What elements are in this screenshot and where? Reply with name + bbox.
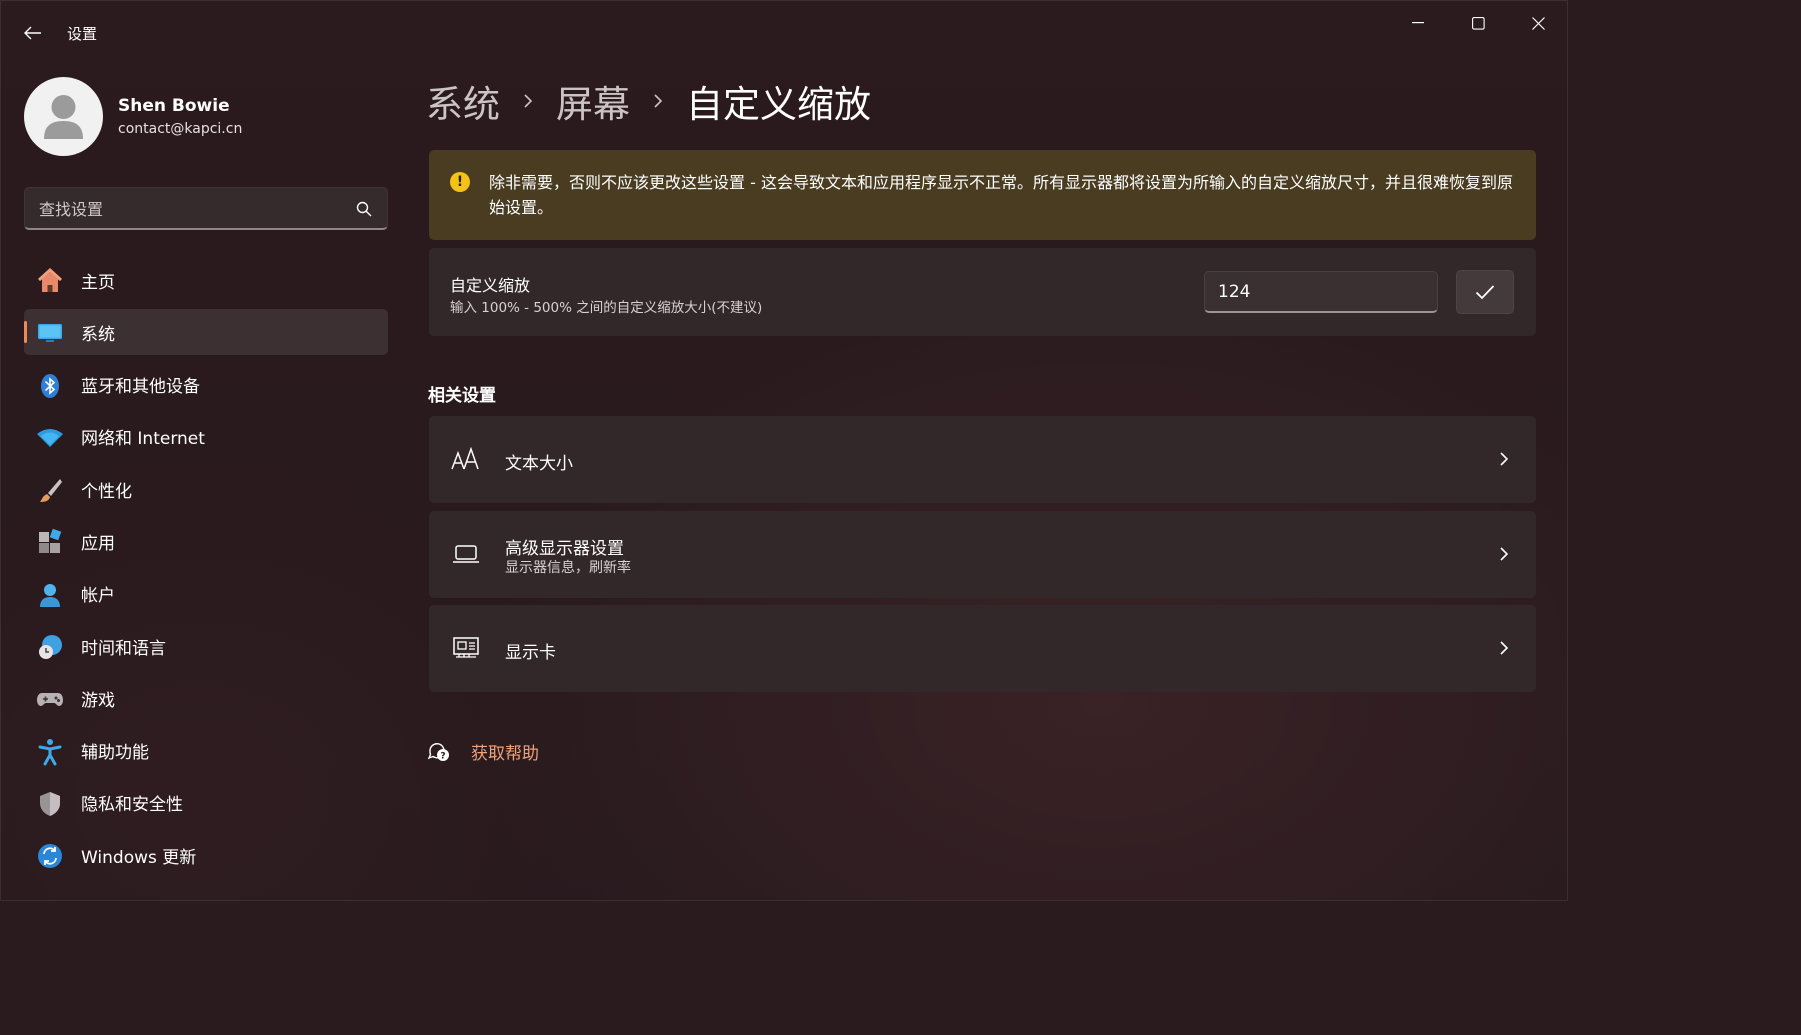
user-name: Shen Bowie <box>118 96 230 116</box>
sidebar-item-label: 系统 <box>81 324 115 345</box>
app-title: 设置 <box>67 25 98 43</box>
gamepad-icon <box>36 685 64 713</box>
sidebar-item-privacy[interactable]: 隐私和安全性 <box>24 780 388 826</box>
chevron-right-icon <box>630 93 686 109</box>
page-title: 自定义缩放 <box>686 83 871 126</box>
minimize-button[interactable] <box>1395 9 1441 37</box>
sidebar-item-home[interactable]: 主页 <box>24 257 388 303</box>
sidebar-item-label: 应用 <box>81 533 115 554</box>
related-settings-heading: 相关设置 <box>428 386 496 406</box>
sidebar-item-apps[interactable]: 应用 <box>24 518 388 564</box>
sidebar-nav: 主页 系统 蓝牙和其他设备 网络和 Internet 个性化 应用 帐户 时间和… <box>24 257 388 885</box>
chevron-right-icon <box>1496 450 1512 468</box>
sidebar-item-gaming[interactable]: 游戏 <box>24 675 388 721</box>
search-input[interactable] <box>39 198 339 220</box>
search-icon[interactable] <box>355 200 373 218</box>
brush-icon <box>36 476 64 504</box>
get-help-link[interactable]: 获取帮助 <box>471 739 539 764</box>
sidebar-item-label: 主页 <box>81 272 115 293</box>
wifi-icon <box>36 424 64 452</box>
sidebar-item-label: 时间和语言 <box>81 638 166 659</box>
monitor-icon <box>36 319 64 347</box>
title-bar: 设置 <box>1 1 1567 61</box>
laptop-icon <box>451 539 481 569</box>
minimize-icon <box>1412 22 1424 24</box>
sidebar-item-personalization[interactable]: 个性化 <box>24 466 388 512</box>
sidebar-item-label: 游戏 <box>81 690 115 711</box>
chevron-right-icon <box>500 93 556 109</box>
text-size-title: 文本大小 <box>505 454 573 474</box>
graphics-card-icon <box>451 633 481 663</box>
maximize-icon <box>1471 16 1485 30</box>
maximize-button[interactable] <box>1455 9 1501 37</box>
custom-scale-card: 自定义缩放 输入 100% - 500% 之间的自定义缩放大小(不建议) <box>429 248 1536 336</box>
shield-icon <box>36 790 64 818</box>
sidebar-item-label: 隐私和安全性 <box>81 795 183 816</box>
user-silhouette-icon <box>44 95 83 139</box>
back-button[interactable] <box>17 19 49 47</box>
back-arrow-icon <box>24 26 41 40</box>
bluetooth-icon <box>36 372 64 400</box>
help-chat-icon: ? <box>426 738 452 764</box>
custom-scale-input[interactable] <box>1204 271 1438 313</box>
text-size-link[interactable]: 文本大小 <box>429 416 1536 503</box>
sidebar-item-label: 帐户 <box>81 586 115 607</box>
graphics-card-title: 显示卡 <box>505 643 556 663</box>
warning-text: 除非需要，否则不应该更改这些设置 - 这会导致文本和应用程序显示不正常。所有显示… <box>489 173 1513 217</box>
sidebar-item-label: 辅助功能 <box>81 743 149 764</box>
apply-button[interactable] <box>1456 270 1514 314</box>
account-icon <box>36 581 64 609</box>
globe-clock-icon <box>36 633 64 661</box>
sidebar-item-system[interactable]: 系统 <box>24 309 388 356</box>
breadcrumb-item-display[interactable]: 屏幕 <box>556 74 630 128</box>
search-box[interactable] <box>24 187 388 230</box>
breadcrumb-item-system[interactable]: 系统 <box>426 74 500 128</box>
sidebar-item-accounts[interactable]: 帐户 <box>24 571 388 617</box>
custom-scale-subtitle: 输入 100% - 500% 之间的自定义缩放大小(不建议) <box>450 300 763 316</box>
close-button[interactable] <box>1515 9 1561 37</box>
svg-text:?: ? <box>440 752 445 762</box>
get-help[interactable]: ? 获取帮助 <box>426 736 539 766</box>
custom-scale-title: 自定义缩放 <box>450 276 531 295</box>
sidebar-item-label: 个性化 <box>81 481 132 502</box>
settings-window: 设置 Shen Bowie contact@kapci.cn 查找设置 主页 系… <box>0 0 1568 901</box>
update-icon <box>36 842 64 870</box>
chevron-right-icon <box>1496 639 1512 657</box>
sidebar-item-network[interactable]: 网络和 Internet <box>24 414 388 460</box>
text-size-icon <box>451 444 481 474</box>
selection-indicator <box>24 321 27 344</box>
sidebar-item-label: 网络和 Internet <box>81 429 205 450</box>
graphics-card-link[interactable]: 显示卡 <box>429 605 1536 692</box>
sidebar-item-label: 蓝牙和其他设备 <box>81 377 200 398</box>
breadcrumb: 系统 屏幕 自定义缩放 <box>426 73 871 129</box>
sidebar-item-label: Windows 更新 <box>81 847 197 868</box>
accessibility-icon <box>36 738 64 766</box>
sidebar-item-bluetooth[interactable]: 蓝牙和其他设备 <box>24 362 388 408</box>
advanced-display-title: 高级显示器设置 <box>505 539 624 559</box>
apps-icon <box>36 528 64 556</box>
user-email: contact@kapci.cn <box>118 121 243 137</box>
avatar[interactable] <box>24 77 103 156</box>
warning-banner: ! 除非需要，否则不应该更改这些设置 - 这会导致文本和应用程序显示不正常。所有… <box>429 150 1536 240</box>
close-icon <box>1531 16 1545 30</box>
home-icon <box>36 267 64 295</box>
sidebar-item-time-language[interactable]: 时间和语言 <box>24 623 388 669</box>
sidebar-item-windows-update[interactable]: Windows 更新 <box>24 832 388 878</box>
warning-icon: ! <box>450 172 470 192</box>
advanced-display-link[interactable]: 高级显示器设置 显示器信息，刷新率 <box>429 511 1536 598</box>
advanced-display-subtitle: 显示器信息，刷新率 <box>505 560 631 576</box>
chevron-right-icon <box>1496 545 1512 563</box>
checkmark-icon <box>1475 285 1495 300</box>
sidebar-item-accessibility[interactable]: 辅助功能 <box>24 728 388 774</box>
